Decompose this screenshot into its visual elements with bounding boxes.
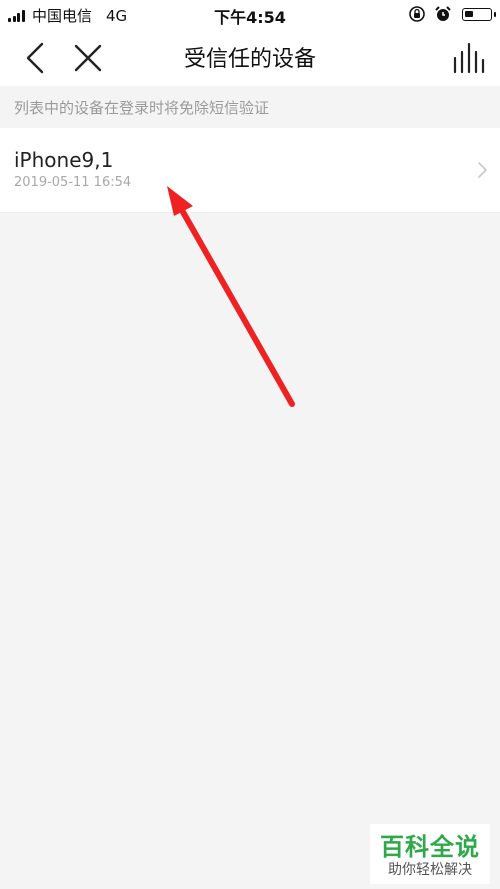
watermark-subtitle: 助你轻松解决 [388,862,472,878]
page-title: 受信任的设备 [183,47,316,72]
device-name: iPhone9,1 [14,148,114,172]
alarm-icon [435,6,451,21]
bars-chart-icon[interactable] [450,40,486,76]
watermark-title: 百科全说 [380,833,480,861]
watermark-logo: 百科全说 助你轻松解决 [370,824,490,884]
status-right [400,5,496,23]
chevron-right-icon [478,162,487,178]
rotation-lock-icon [409,6,425,22]
status-bar: 中国电信 4G 下午4:54 [0,0,500,28]
battery-icon [462,7,496,21]
hint-text: 列表中的设备在登录时将免除短信验证 [14,99,270,117]
device-row[interactable]: iPhone9,1 2019-05-11 16:54 [0,128,500,213]
device-time: 2019-05-11 16:54 [14,175,132,190]
nav-bar: 受信任的设备 [0,28,500,86]
